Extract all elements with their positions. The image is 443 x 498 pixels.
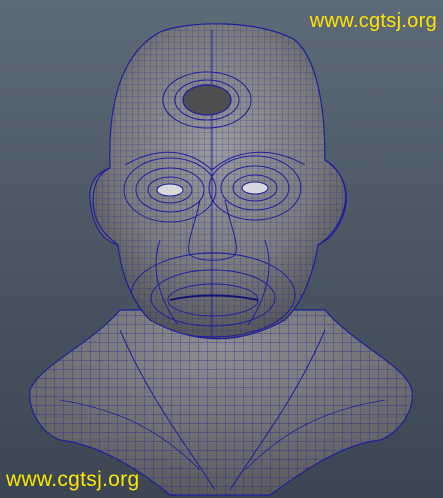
3d-viewport[interactable]: www.cgtsj.org www.cgtsj.org (0, 0, 443, 498)
forehead-hole (182, 84, 232, 116)
left-eye-socket (156, 183, 184, 197)
right-eye-socket (241, 181, 269, 195)
watermark-bottom: www.cgtsj.org (6, 468, 140, 491)
head-mesh[interactable] (80, 20, 360, 350)
watermark-top: www.cgtsj.org (309, 10, 437, 32)
viewport-canvas (29, 20, 413, 496)
